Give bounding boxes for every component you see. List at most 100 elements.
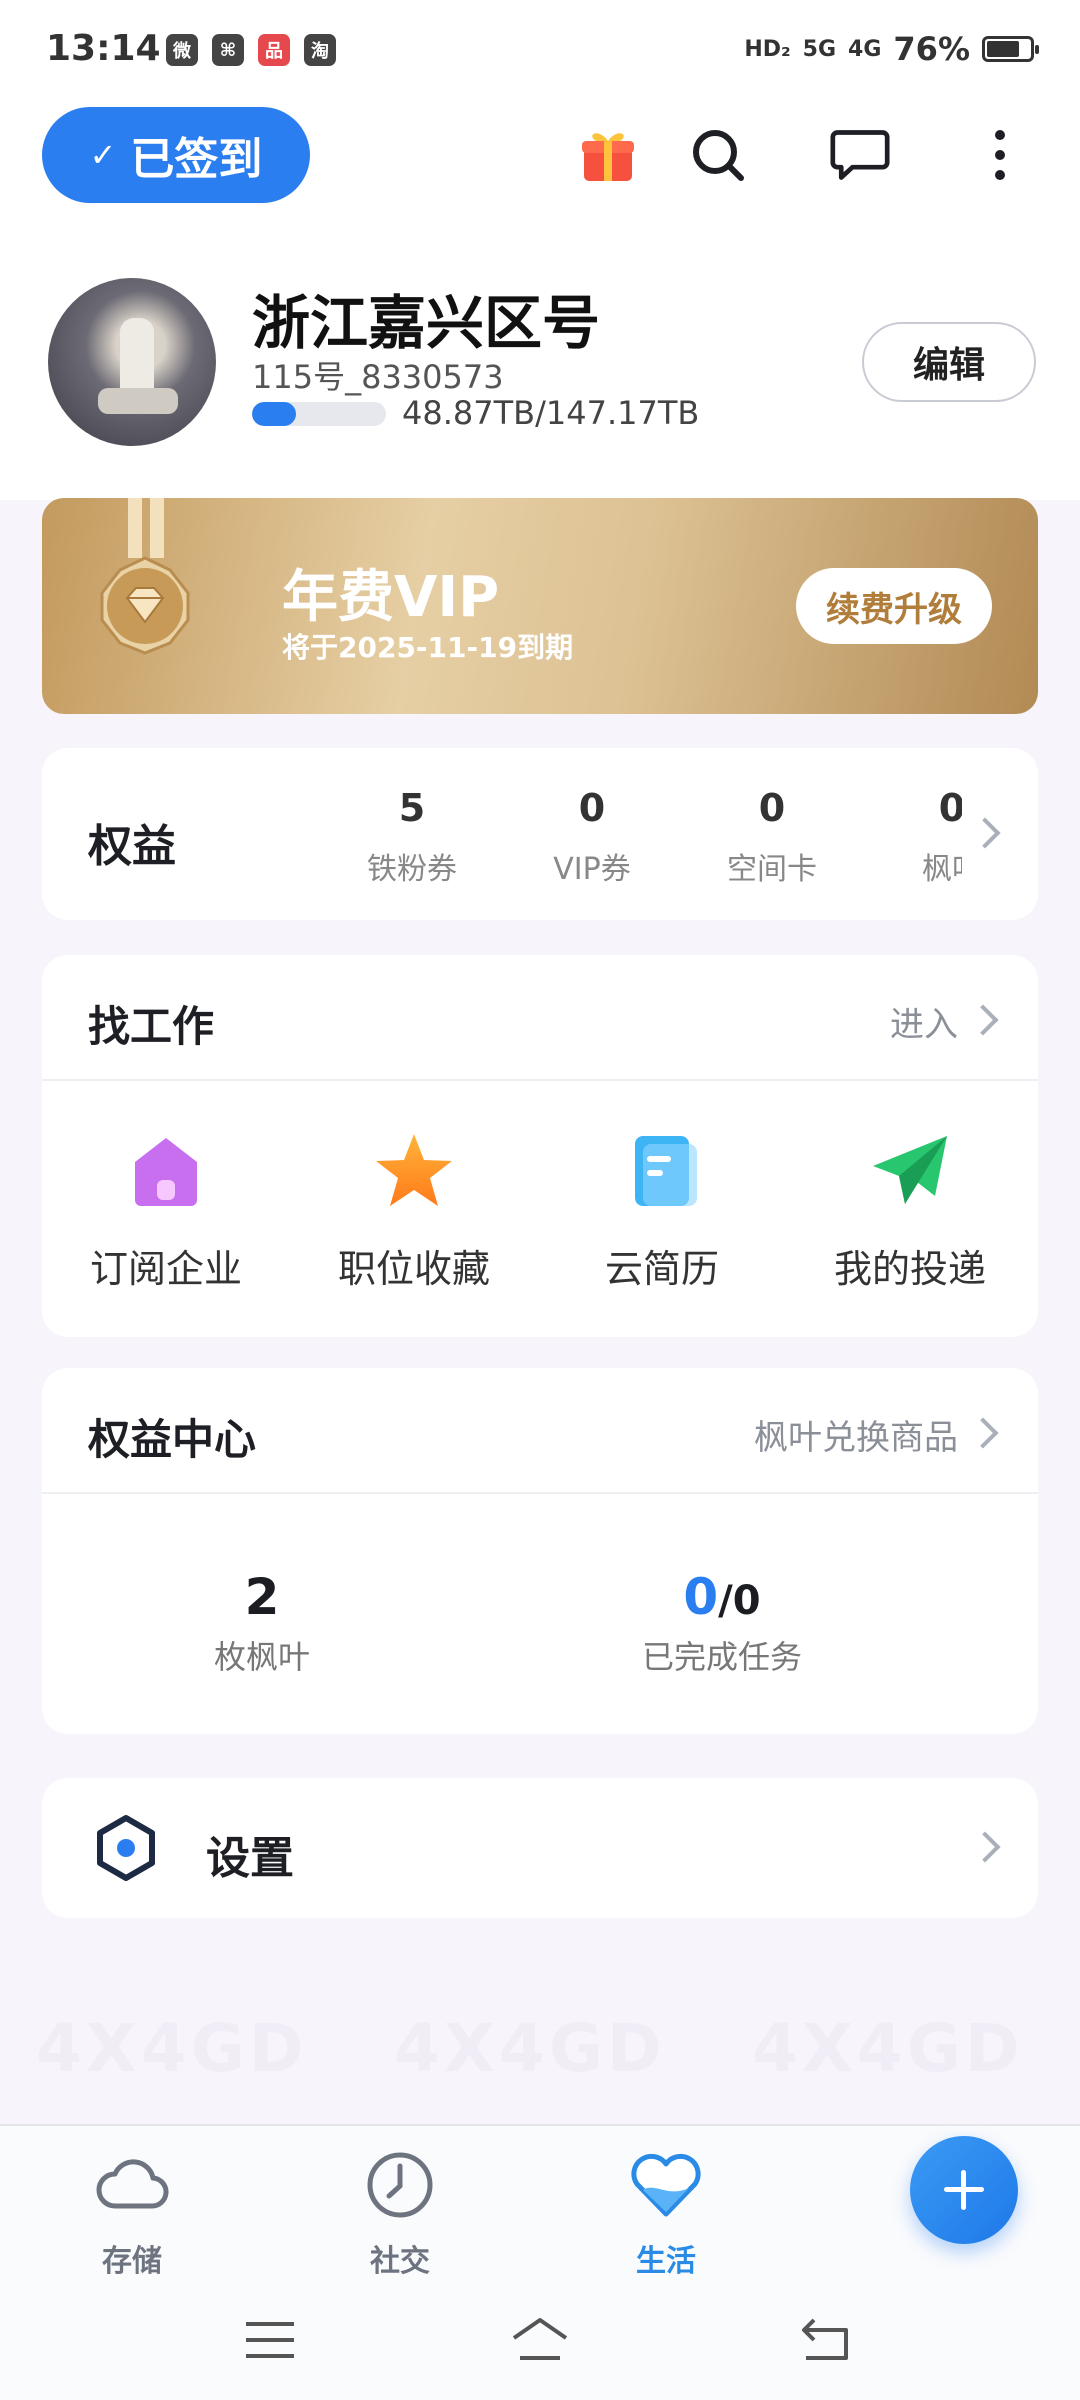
job-my-applications[interactable]: 我的投递 xyxy=(786,1130,1034,1293)
star-icon xyxy=(376,1134,452,1206)
tab-label: 社交 xyxy=(370,2244,430,2279)
rights-center-header[interactable]: 权益中心 枫叶兑换商品 xyxy=(42,1368,1038,1494)
avatar-figure-base xyxy=(98,388,178,414)
status-indicators: HD₂ 5G 4G 76% xyxy=(744,30,1039,68)
tab-life[interactable]: 生活 xyxy=(596,2146,736,2280)
menu-nav-icon[interactable] xyxy=(240,2312,300,2368)
watermark: 4X4GD xyxy=(752,2010,1024,2087)
tasks-stat[interactable]: 0/0 已完成任务 xyxy=(542,1568,902,1678)
job-favorites[interactable]: 职位收藏 xyxy=(290,1130,538,1293)
find-job-title: 找工作 xyxy=(88,1002,215,1051)
profile-section: 浙江嘉兴区号 115号_8330573 48.87TB/147.17TB 编辑 xyxy=(0,270,1080,460)
header-bar: ✓ 已签到 xyxy=(0,105,1080,205)
battery-fill xyxy=(987,41,1019,57)
rights-item-label: 铁粉券 xyxy=(367,852,457,886)
signed-in-label: 已签到 xyxy=(130,134,263,185)
gift-icon[interactable] xyxy=(578,125,638,185)
status-time: 13:14 xyxy=(46,28,161,69)
paper-plane-icon xyxy=(873,1136,947,1204)
rights-card[interactable]: 权益 5 铁粉券 0 VIP券 0 空间卡 0 枫叶 xyxy=(42,748,1038,920)
find-job-header[interactable]: 找工作 进入 xyxy=(42,955,1038,1081)
job-subscribe-company[interactable]: 订阅企业 xyxy=(42,1130,290,1293)
vip-card[interactable]: 年费VIP 将于2025-11-19到期 续费升级 xyxy=(42,498,1038,714)
job-item-label: 云简历 xyxy=(604,1247,719,1291)
cloud-icon xyxy=(96,2159,169,2209)
storage-progress-bar xyxy=(252,402,386,426)
maple-exchange-link[interactable]: 枫叶兑换商品 xyxy=(754,1410,958,1459)
settings-card[interactable]: 设置 xyxy=(42,1778,1038,1918)
signal-5g-icon: 5G xyxy=(802,36,837,62)
status-bar: 13:14 微 ⌘ 品 淘 HD₂ 5G 4G 76% xyxy=(0,0,1080,100)
maple-leaves-count: 2 xyxy=(244,1568,280,1626)
battery-icon xyxy=(982,36,1039,62)
tasks-count: 0/0 xyxy=(542,1568,902,1626)
rights-item-label: VIP券 xyxy=(553,852,631,886)
rights-item-value: 0 xyxy=(938,786,962,830)
search-icon[interactable] xyxy=(688,125,748,185)
find-job-card: 找工作 进入 订阅企业 职位收藏 云简历 我的投递 xyxy=(42,955,1038,1337)
watermark: 4X4GD xyxy=(394,2010,666,2087)
profile-name: 浙江嘉兴区号 xyxy=(252,289,601,357)
house-icon xyxy=(135,1138,197,1206)
vip-medal-icon xyxy=(100,498,190,655)
vip-expiry: 将于2025-11-19到期 xyxy=(282,631,574,664)
message-icon[interactable] xyxy=(830,125,890,185)
rights-item-value: 0 xyxy=(758,786,786,830)
rights-item-label: 空间卡 xyxy=(727,852,817,886)
check-icon: ✓ xyxy=(89,136,117,174)
more-icon[interactable] xyxy=(970,125,1030,185)
renew-upgrade-button[interactable]: 续费升级 xyxy=(796,568,992,644)
tasks-total: /0 xyxy=(718,1578,761,1624)
tasks-done: 0 xyxy=(683,1568,719,1626)
job-item-label: 职位收藏 xyxy=(337,1247,490,1291)
watermark: 4X4GD xyxy=(36,2010,308,2087)
taobao-icon: 淘 xyxy=(304,34,336,66)
tab-label: 生活 xyxy=(636,2244,696,2279)
settings-label: 设置 xyxy=(206,1833,294,1884)
bottom-tab-bar: 存储 社交 生活 xyxy=(0,2124,1080,2400)
signal-4g-icon: 4G xyxy=(848,36,882,62)
rights-items: 5 铁粉券 0 VIP券 0 空间卡 0 枫叶 xyxy=(332,786,962,886)
job-cloud-resume[interactable]: 云简历 xyxy=(538,1130,786,1293)
chevron-right-icon xyxy=(969,1831,1001,1863)
back-nav-icon[interactable] xyxy=(796,2312,856,2368)
tab-label: 存储 xyxy=(102,2244,162,2279)
maple-leaves-label: 枚枫叶 xyxy=(213,1638,310,1676)
avatar[interactable] xyxy=(48,278,216,446)
storage-text: 48.87TB/147.17TB xyxy=(402,394,700,432)
tab-storage[interactable]: 存储 xyxy=(62,2146,202,2280)
job-item-label: 订阅企业 xyxy=(89,1247,242,1291)
chevron-right-icon xyxy=(969,817,1001,849)
settings-hexagon-icon xyxy=(97,1815,155,1881)
battery-percent: 76% xyxy=(893,30,970,68)
chevron-right-icon xyxy=(967,1417,999,1449)
rights-item-maple[interactable]: 0 枫叶 xyxy=(872,786,962,886)
rights-item-label: 枫叶 xyxy=(922,852,962,886)
home-nav-icon[interactable] xyxy=(510,2312,570,2368)
profile-id: 115号_8330573 xyxy=(252,358,504,396)
heart-icon xyxy=(631,2153,701,2217)
find-job-enter-link[interactable]: 进入 xyxy=(890,997,958,1046)
rights-item-vip-coupon[interactable]: 0 VIP券 xyxy=(512,786,672,886)
storage-progress-fill xyxy=(252,402,297,426)
status-app-icons: 微 ⌘ 品 淘 xyxy=(166,34,336,66)
clock-icon xyxy=(367,2152,433,2218)
job-item-label: 我的投递 xyxy=(833,1247,986,1291)
shopping-icon: 品 xyxy=(258,34,290,66)
hd-indicator: HD₂ xyxy=(744,36,791,62)
add-button[interactable] xyxy=(910,2136,1018,2244)
resume-icon xyxy=(635,1136,697,1206)
rights-item-fan-coupon[interactable]: 5 铁粉券 xyxy=(332,786,492,886)
tab-social[interactable]: 社交 xyxy=(330,2146,470,2280)
edit-profile-button[interactable]: 编辑 xyxy=(862,322,1036,402)
rights-item-space-card[interactable]: 0 空间卡 xyxy=(692,786,852,886)
app-grid-icon: ⌘ xyxy=(212,34,244,66)
maple-leaves-stat[interactable]: 2 枚枫叶 xyxy=(82,1568,442,1678)
rights-label: 权益 xyxy=(88,821,176,872)
rights-center-title: 权益中心 xyxy=(88,1415,257,1464)
rights-center-card: 权益中心 枫叶兑换商品 2 枚枫叶 0/0 已完成任务 xyxy=(42,1368,1038,1734)
signed-in-button[interactable]: ✓ 已签到 xyxy=(42,107,310,203)
tasks-label: 已完成任务 xyxy=(641,1638,802,1676)
chevron-right-icon xyxy=(967,1004,999,1036)
rights-item-value: 0 xyxy=(578,786,606,830)
